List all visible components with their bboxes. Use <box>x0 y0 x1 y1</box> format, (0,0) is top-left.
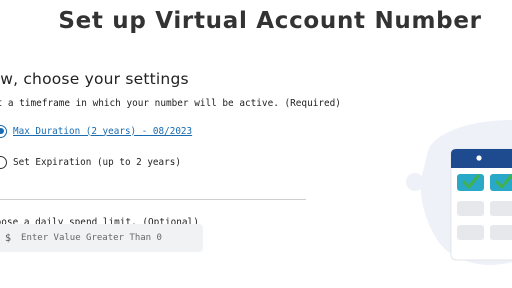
radio-max-duration[interactable] <box>0 124 7 138</box>
option-max-duration-label[interactable]: Max Duration (2 years) - 08/2023 <box>13 126 192 137</box>
calendar-check-icon <box>406 120 512 265</box>
spend-limit-field[interactable]: $ <box>0 224 203 252</box>
calendar <box>450 148 512 261</box>
option-set-expiration-label[interactable]: Set Expiration (up to 2 years) <box>13 157 181 168</box>
page: Set up Virtual Account Number low, choos… <box>0 0 512 288</box>
option-max-duration[interactable]: Max Duration (2 years) - 08/2023 <box>0 124 192 138</box>
radio-set-expiration[interactable] <box>0 155 7 169</box>
spend-limit-input[interactable] <box>21 233 192 243</box>
page-title: Set up Virtual Account Number <box>58 8 482 34</box>
option-set-expiration[interactable]: Set Expiration (up to 2 years) <box>0 155 181 169</box>
timeframe-instruction: et a timeframe in which your number will… <box>0 98 341 109</box>
settings-heading: low, choose your settings <box>0 70 189 88</box>
currency-symbol: $ <box>5 232 12 244</box>
section-divider <box>0 199 306 200</box>
